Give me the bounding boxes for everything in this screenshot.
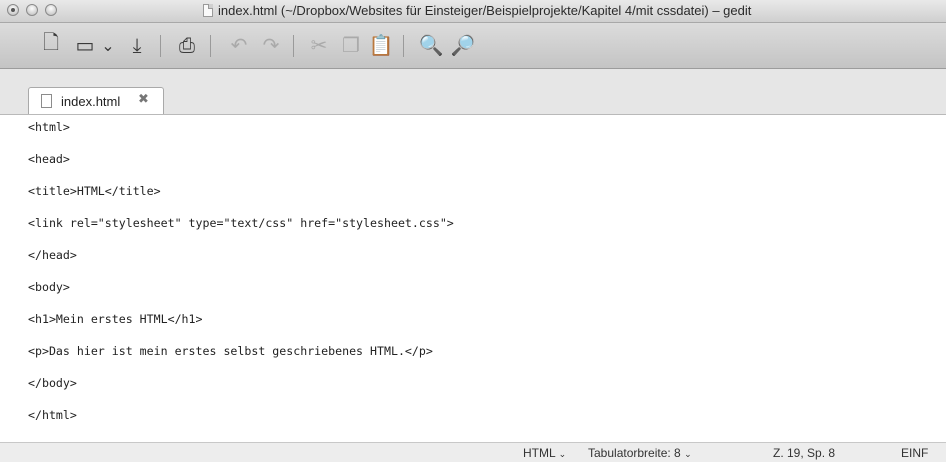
cut-button[interactable]: ✂	[306, 32, 332, 58]
undo-button[interactable]: ↶	[226, 32, 252, 58]
chevron-down-icon: ⌄	[101, 35, 115, 55]
minimize-window-button[interactable]	[26, 4, 38, 16]
tab-width-label: Tabulatorbreite: 8	[588, 446, 681, 460]
code-line: <h1>Mein erstes HTML</h1>	[28, 312, 203, 326]
toolbar-separator	[403, 35, 404, 57]
code-line: </head>	[28, 248, 77, 262]
text-editor[interactable]: <html> <head> <title>HTML</title> <link …	[0, 115, 946, 442]
document-tab-strip: index.html ✖	[0, 69, 946, 115]
toolbar-separator	[160, 35, 161, 57]
open-button[interactable]: ▭	[72, 32, 98, 58]
insert-mode: EINF	[901, 446, 929, 460]
new-document-icon: 🗋	[42, 30, 60, 54]
chevron-down-icon: ⌄	[558, 450, 567, 460]
close-window-button[interactable]	[7, 4, 19, 16]
language-selector[interactable]: HTML ⌄	[523, 446, 566, 460]
print-button[interactable]: ⎙	[174, 32, 200, 58]
print-icon: ⎙	[179, 33, 195, 57]
toolbar-separator	[210, 35, 211, 57]
chevron-down-icon: ⌄	[684, 450, 692, 460]
zoom-window-button[interactable]	[45, 4, 57, 16]
code-line: <title>HTML</title>	[28, 184, 161, 198]
document-icon	[203, 4, 213, 17]
paste-button[interactable]: 📋	[368, 32, 394, 58]
undo-icon: ↶	[230, 33, 248, 57]
toolbar-separator	[293, 35, 294, 57]
save-button[interactable]: ⤓	[124, 32, 150, 58]
window-title: index.html (~/Dropbox/Websites für Einst…	[218, 3, 752, 18]
tab-index-html[interactable]: index.html ✖	[28, 87, 164, 114]
search-icon: 🔍	[418, 33, 444, 57]
open-folder-icon: ▭	[75, 33, 95, 57]
code-line: <head>	[28, 152, 70, 166]
search-replace-icon: 🔎	[450, 33, 476, 57]
find-button[interactable]: 🔍	[418, 32, 444, 58]
copy-button[interactable]: ❐	[338, 32, 364, 58]
tab-close-icon[interactable]: ✖	[138, 92, 149, 107]
title-bar: index.html (~/Dropbox/Websites für Einst…	[0, 0, 946, 23]
code-line: <html>	[28, 120, 70, 134]
code-line: <body>	[28, 280, 70, 294]
redo-button[interactable]: ↷	[258, 32, 284, 58]
code-line: <p>Das hier ist mein erstes selbst gesch…	[28, 344, 433, 358]
new-document-button[interactable]: 🗋	[38, 30, 64, 58]
save-icon: ⤓	[132, 33, 142, 57]
code-line: </html>	[28, 408, 77, 422]
toolbar: 🗋 ▭ ⌄ ⤓ ⎙ ↶ ↷ ✂ ❐ 📋 🔍 🔎	[0, 23, 946, 69]
status-bar: HTML ⌄ Tabulatorbreite: 8 ⌄ Z. 19, Sp. 8…	[0, 442, 946, 462]
cursor-position: Z. 19, Sp. 8	[773, 446, 836, 460]
copy-icon: ❐	[342, 33, 360, 57]
find-replace-button[interactable]: 🔎	[450, 32, 476, 58]
tab-label: index.html	[61, 94, 121, 109]
gedit-window: index.html (~/Dropbox/Websites für Einst…	[0, 0, 946, 462]
scissors-icon: ✂	[310, 33, 328, 57]
code-line: </body>	[28, 376, 77, 390]
tab-width-selector[interactable]: Tabulatorbreite: 8 ⌄	[588, 446, 692, 460]
document-icon	[41, 94, 52, 108]
clipboard-icon: 📋	[368, 33, 394, 57]
code-line: <link rel="stylesheet" type="text/css" h…	[28, 216, 454, 230]
redo-icon: ↷	[262, 33, 280, 57]
open-menu-button[interactable]: ⌄	[100, 32, 116, 58]
language-label: HTML	[523, 446, 556, 460]
